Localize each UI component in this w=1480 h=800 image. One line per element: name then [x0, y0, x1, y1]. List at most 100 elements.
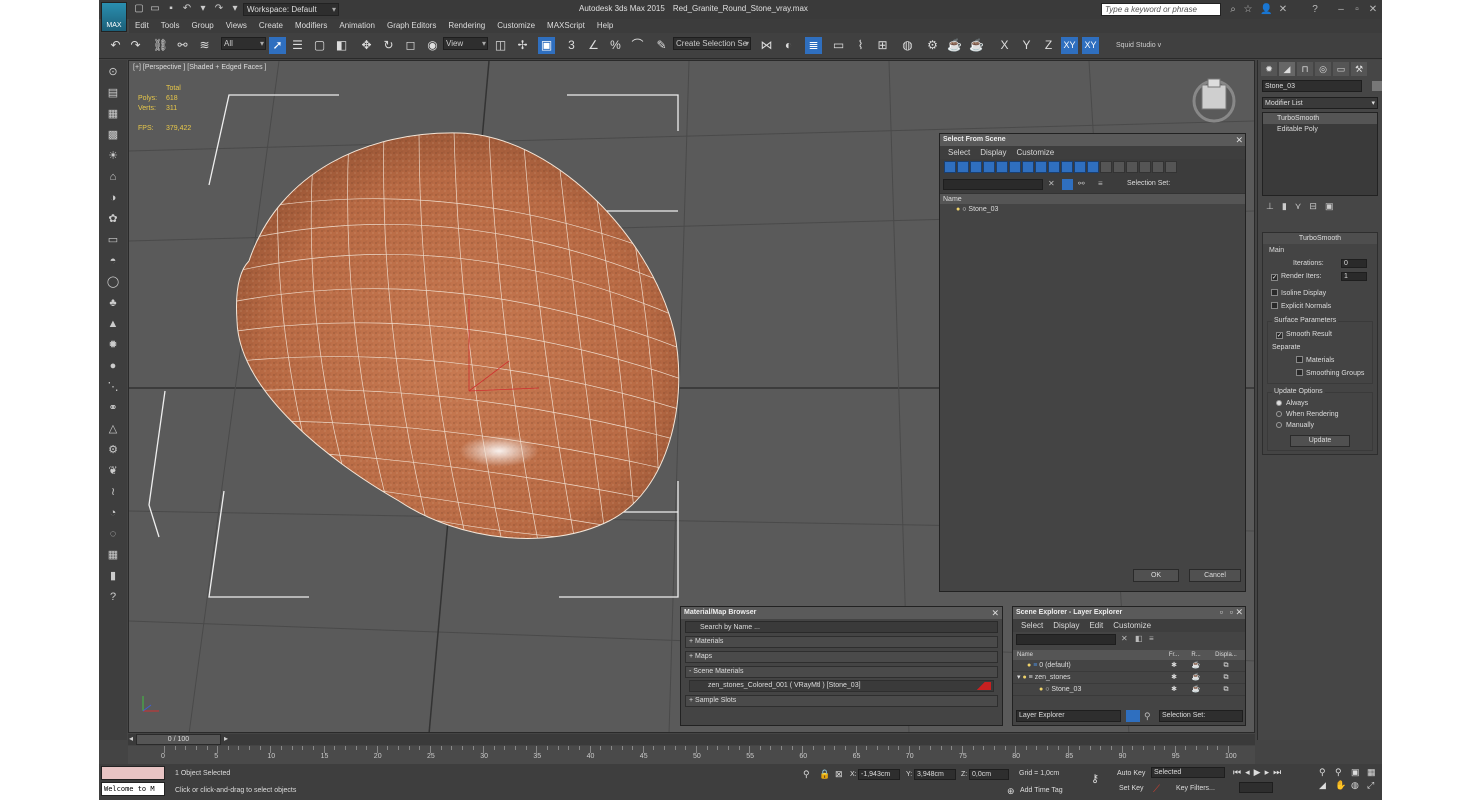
orb-icon[interactable]: ◌	[105, 526, 121, 542]
percent-snap-icon[interactable]: %	[607, 37, 624, 54]
maximize-icon[interactable]: ▫	[1230, 607, 1233, 617]
bulb-icon[interactable]: ●	[1039, 686, 1043, 693]
redo-icon[interactable]: ↷	[213, 3, 225, 15]
edit-named-sets-icon[interactable]: ✎	[653, 37, 670, 54]
menu-select[interactable]: Select	[1021, 619, 1043, 632]
menu-maxscript[interactable]: MAXScript	[541, 19, 591, 33]
spinner-snap-icon[interactable]: ⌒	[629, 37, 646, 54]
sun-icon[interactable]: ✹	[105, 337, 121, 353]
display-none-icon[interactable]	[1113, 161, 1125, 173]
explicit-normals-checkbox[interactable]	[1271, 302, 1278, 309]
explorer-title[interactable]: Scene Explorer - Layer Explorer	[1013, 607, 1245, 619]
material-editor-icon[interactable]: ◍	[899, 37, 916, 54]
track-bar[interactable]: 0 5 10 15 20 25 30 35 40 45 50 55 60 65 70 75 80 85 90 95 10…	[128, 746, 1255, 764]
table-row[interactable]: ▾ ● ≡ zen_stones ✱ ☕ ⧉	[1013, 672, 1245, 684]
bar-icon[interactable]: ▮	[105, 568, 121, 584]
render-icon[interactable]: ☕	[968, 37, 985, 54]
molecule-icon[interactable]: ⚭	[105, 400, 121, 416]
axis-xy[interactable]: XY	[1061, 37, 1078, 54]
prev-key-icon[interactable]: ◂	[1245, 767, 1250, 778]
placement-icon[interactable]: ◉	[424, 37, 441, 54]
pan-icon[interactable]: ✋	[1335, 780, 1349, 791]
select-manipulate-icon[interactable]: ✢	[514, 37, 531, 54]
sample-slots-section[interactable]: + Sample Slots	[685, 695, 998, 707]
geometry-filter-icon[interactable]	[944, 161, 956, 173]
sort-icon[interactable]	[1152, 161, 1164, 173]
search-by-name-input[interactable]: Search by Name ...	[685, 621, 998, 633]
keyboard-shortcut-icon[interactable]: ▣	[538, 37, 555, 54]
grid-icon[interactable]: ▩	[105, 127, 121, 143]
list-item[interactable]: ● ○ Stone_03	[940, 204, 1245, 216]
when-rendering-radio[interactable]	[1276, 411, 1282, 417]
zoom-all-icon[interactable]: ⚲	[1335, 767, 1349, 778]
shell-icon[interactable]: ◔	[105, 505, 121, 521]
snap-3d-icon[interactable]: 3	[563, 37, 580, 54]
exchange-icon[interactable]: ✕	[1277, 4, 1289, 16]
key-icon[interactable]: ⚷	[1091, 772, 1099, 785]
y-coordinate[interactable]: 3,948cm	[914, 769, 956, 780]
next-frame-icon[interactable]: ▸	[224, 734, 228, 743]
materials-checkbox[interactable]	[1296, 356, 1303, 363]
menu-animation[interactable]: Animation	[333, 19, 381, 33]
open-icon[interactable]: ▭	[149, 3, 161, 15]
zoom-icon[interactable]: ⚲	[1319, 767, 1333, 778]
select-object-icon[interactable]: ➚	[269, 37, 286, 54]
clear-icon[interactable]: ✕	[1048, 179, 1055, 188]
menu-customize[interactable]: Customize	[1113, 619, 1151, 632]
helper-icon[interactable]: ◑	[105, 190, 121, 206]
auto-key-button[interactable]: Auto Key	[1117, 770, 1145, 777]
layer-icon[interactable]: ▦	[105, 106, 121, 122]
always-radio[interactable]	[1276, 400, 1282, 406]
menu-group[interactable]: Group	[185, 19, 219, 33]
menu-views[interactable]: Views	[220, 19, 253, 33]
menu-display[interactable]: Display	[980, 146, 1006, 159]
undo-icon[interactable]: ↶	[181, 3, 193, 15]
group-filter-icon[interactable]	[1022, 161, 1034, 173]
key-filters-button[interactable]: Key Filters...	[1176, 785, 1215, 792]
star-icon[interactable]: ☆	[1242, 4, 1254, 16]
zoom-extents-all-icon[interactable]: ▦	[1367, 767, 1381, 778]
invert-icon[interactable]	[1126, 161, 1138, 173]
select-by-name-icon[interactable]: ☰	[289, 37, 306, 54]
camera-icon[interactable]: ⌂	[105, 169, 121, 185]
play-icon[interactable]: ▶	[1254, 767, 1261, 778]
scene-materials-section[interactable]: - Scene Materials	[685, 666, 998, 678]
bulb-icon[interactable]: ●	[1022, 674, 1026, 681]
orbit-icon[interactable]: ◍	[1351, 780, 1365, 791]
display-tab-icon[interactable]: ▭	[1333, 62, 1349, 76]
menu-tools[interactable]: Tools	[155, 19, 186, 33]
spacewarp-filter-icon[interactable]	[1009, 161, 1021, 173]
curve-editor-icon[interactable]: ⌇	[852, 37, 869, 54]
binoculars-icon[interactable]: ⌕	[1227, 4, 1239, 16]
minimize-icon[interactable]: –	[1335, 4, 1347, 16]
iterations-spinner[interactable]: 0	[1341, 259, 1367, 268]
menu-select[interactable]: Select	[948, 146, 970, 159]
layer-manager-icon[interactable]: ≣	[805, 37, 822, 54]
undo-icon[interactable]: ↶	[107, 37, 124, 54]
gear-icon[interactable]: ⚙	[105, 442, 121, 458]
configure-sets-icon[interactable]: ▣	[1325, 201, 1334, 212]
set-key-button[interactable]: Set Key	[1119, 785, 1144, 792]
bulb-icon[interactable]: ●	[956, 206, 960, 213]
menu-edit[interactable]: Edit	[1089, 619, 1103, 632]
tree-icon[interactable]: ♣	[105, 295, 121, 311]
menu-create[interactable]: Create	[253, 19, 289, 33]
layer-toggle-icon[interactable]	[1126, 710, 1140, 722]
box-icon[interactable]: ▭	[105, 232, 121, 248]
goto-end-icon[interactable]: ⏭	[1273, 767, 1281, 778]
object-color-swatch[interactable]	[1372, 81, 1382, 91]
tree-icon[interactable]: ⚲	[1144, 711, 1151, 722]
menu-customize[interactable]: Customize	[491, 19, 541, 33]
hair-icon[interactable]: ≀	[105, 484, 121, 500]
maximize-icon[interactable]: ▫	[1351, 4, 1363, 16]
rect-selection-icon[interactable]: ▢	[311, 37, 328, 54]
smoothing-groups-checkbox[interactable]	[1296, 369, 1303, 376]
hidden-filter-icon[interactable]	[1087, 161, 1099, 173]
spacewarp-icon[interactable]: ✿	[105, 211, 121, 227]
list-options-icon[interactable]	[1165, 161, 1177, 173]
question-icon[interactable]: ?	[105, 589, 121, 605]
light-filter-icon[interactable]	[970, 161, 982, 173]
update-button[interactable]: Update	[1290, 435, 1350, 447]
axis-z[interactable]: Z	[1040, 37, 1057, 54]
find-input[interactable]	[943, 179, 1043, 190]
